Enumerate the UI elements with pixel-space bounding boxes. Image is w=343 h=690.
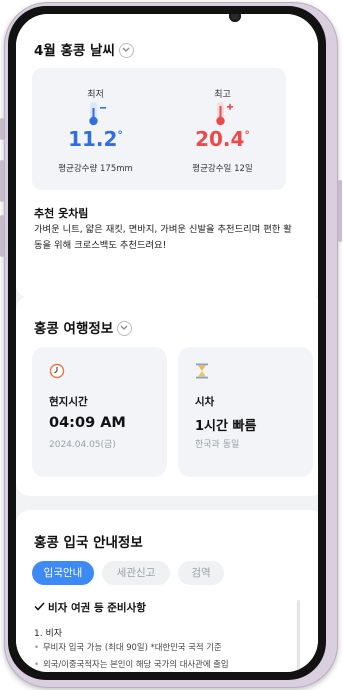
travel-info-card: 홍콩 여행정보 현지시간 04:09 AM 2024.04.05(금) 시차 1… [16,296,318,496]
clock-icon [49,363,65,383]
weather-title: 4월 홍콩 날씨 [34,39,134,59]
screen: 4월 홍콩 날씨 최저 11.2° 평균강수량 175mm 최고 20.4° 평… [16,14,318,672]
chevron-down-icon[interactable] [118,42,134,58]
weather-card: 4월 홍콩 날씨 최저 11.2° 평균강수량 175mm 최고 20.4° 평… [16,14,318,298]
time-difference-note: 한국과 동일 [195,440,240,450]
tab-quarantine[interactable]: 검역 [178,561,224,585]
time-difference-card[interactable]: 시차 1시간 빠름 한국과 동일 [178,347,313,477]
high-temp-label: 최고 [214,90,231,100]
low-temp-note: 평균강수량 175mm [58,164,133,174]
high-temp-value: 20.4° [159,127,286,151]
mute-switch [0,118,4,140]
visa-heading: 1. 비자 [34,629,63,639]
tab-entry-guide[interactable]: 입국안내 [32,561,94,585]
low-temp-value: 11.2° [32,127,159,151]
high-temp-unit: ° [244,128,250,142]
low-temp-unit: ° [117,128,123,142]
visa-bullet-1: • 무비자 입국 가능 (최대 90일) *대한민국 국적 기준 [34,641,304,653]
temperature-box: 최저 11.2° 평균강수량 175mm 최고 20.4° 평균강수일 12일 [32,68,286,190]
outfit-text: 가벼운 니트, 얇은 재킷, 면바지, 가벼운 신발을 추천드리며 편한 활동을… [34,224,292,251]
outfit-title: 추천 옷차림 [34,207,89,220]
high-temp-column: 최고 20.4° 평균강수일 12일 [159,68,286,190]
chevron-down-icon[interactable] [117,320,133,336]
entry-tabs: 입국안내 세관신고 검역 [32,561,282,585]
local-time-value: 04:09 AM [49,415,126,431]
scrollbar[interactable] [297,600,300,672]
travel-title-text: 홍콩 여행정보 [34,321,114,337]
volume-down-button [0,215,4,257]
visa-bullet-2: • 외국/이중국적자는 본인이 해당 국가의 대사관에 출입 [34,658,304,670]
bullet-dot: • [34,659,39,669]
low-temp-label: 최저 [87,90,104,100]
time-difference-label: 시차 [195,396,215,408]
entry-section-title: 비자 여권 등 준비사항 [48,602,146,614]
high-temp-number: 20.4 [195,127,245,151]
volume-up-button [0,160,4,202]
tab-customs[interactable]: 세관신고 [102,561,170,585]
travel-title: 홍콩 여행정보 [34,317,133,337]
time-difference-value: 1시간 빠름 [195,419,257,434]
weather-title-text: 4월 홍콩 날씨 [34,43,115,59]
local-time-label: 현지시간 [49,396,88,408]
visa-bullet-2-text: 외국/이중국적자는 본인이 해당 국가의 대사관에 출입 [42,659,229,669]
hourglass-icon [195,363,209,383]
entry-title: 홍콩 입국 안내정보 [34,535,143,551]
check-icon [34,602,45,614]
local-time-card[interactable]: 현지시간 04:09 AM 2024.04.05(금) [32,347,167,477]
entry-section-header[interactable]: 비자 여권 등 준비사항 [34,600,146,615]
local-date: 2024.04.05(금) [49,440,116,450]
front-camera [229,14,241,22]
bullet-dot: • [34,642,39,652]
low-temp-column: 최저 11.2° 평균강수량 175mm [32,68,159,190]
entry-info-card: 홍콩 입국 안내정보 입국안내 세관신고 검역 비자 여권 등 준비사항 1. … [16,510,318,672]
visa-bullet-1-text: 무비자 입국 가능 (최대 90일) *대한민국 국적 기준 [42,642,222,652]
high-temp-note: 평균강수일 12일 [192,164,253,174]
power-button [338,180,342,242]
low-temp-number: 11.2 [68,127,118,151]
